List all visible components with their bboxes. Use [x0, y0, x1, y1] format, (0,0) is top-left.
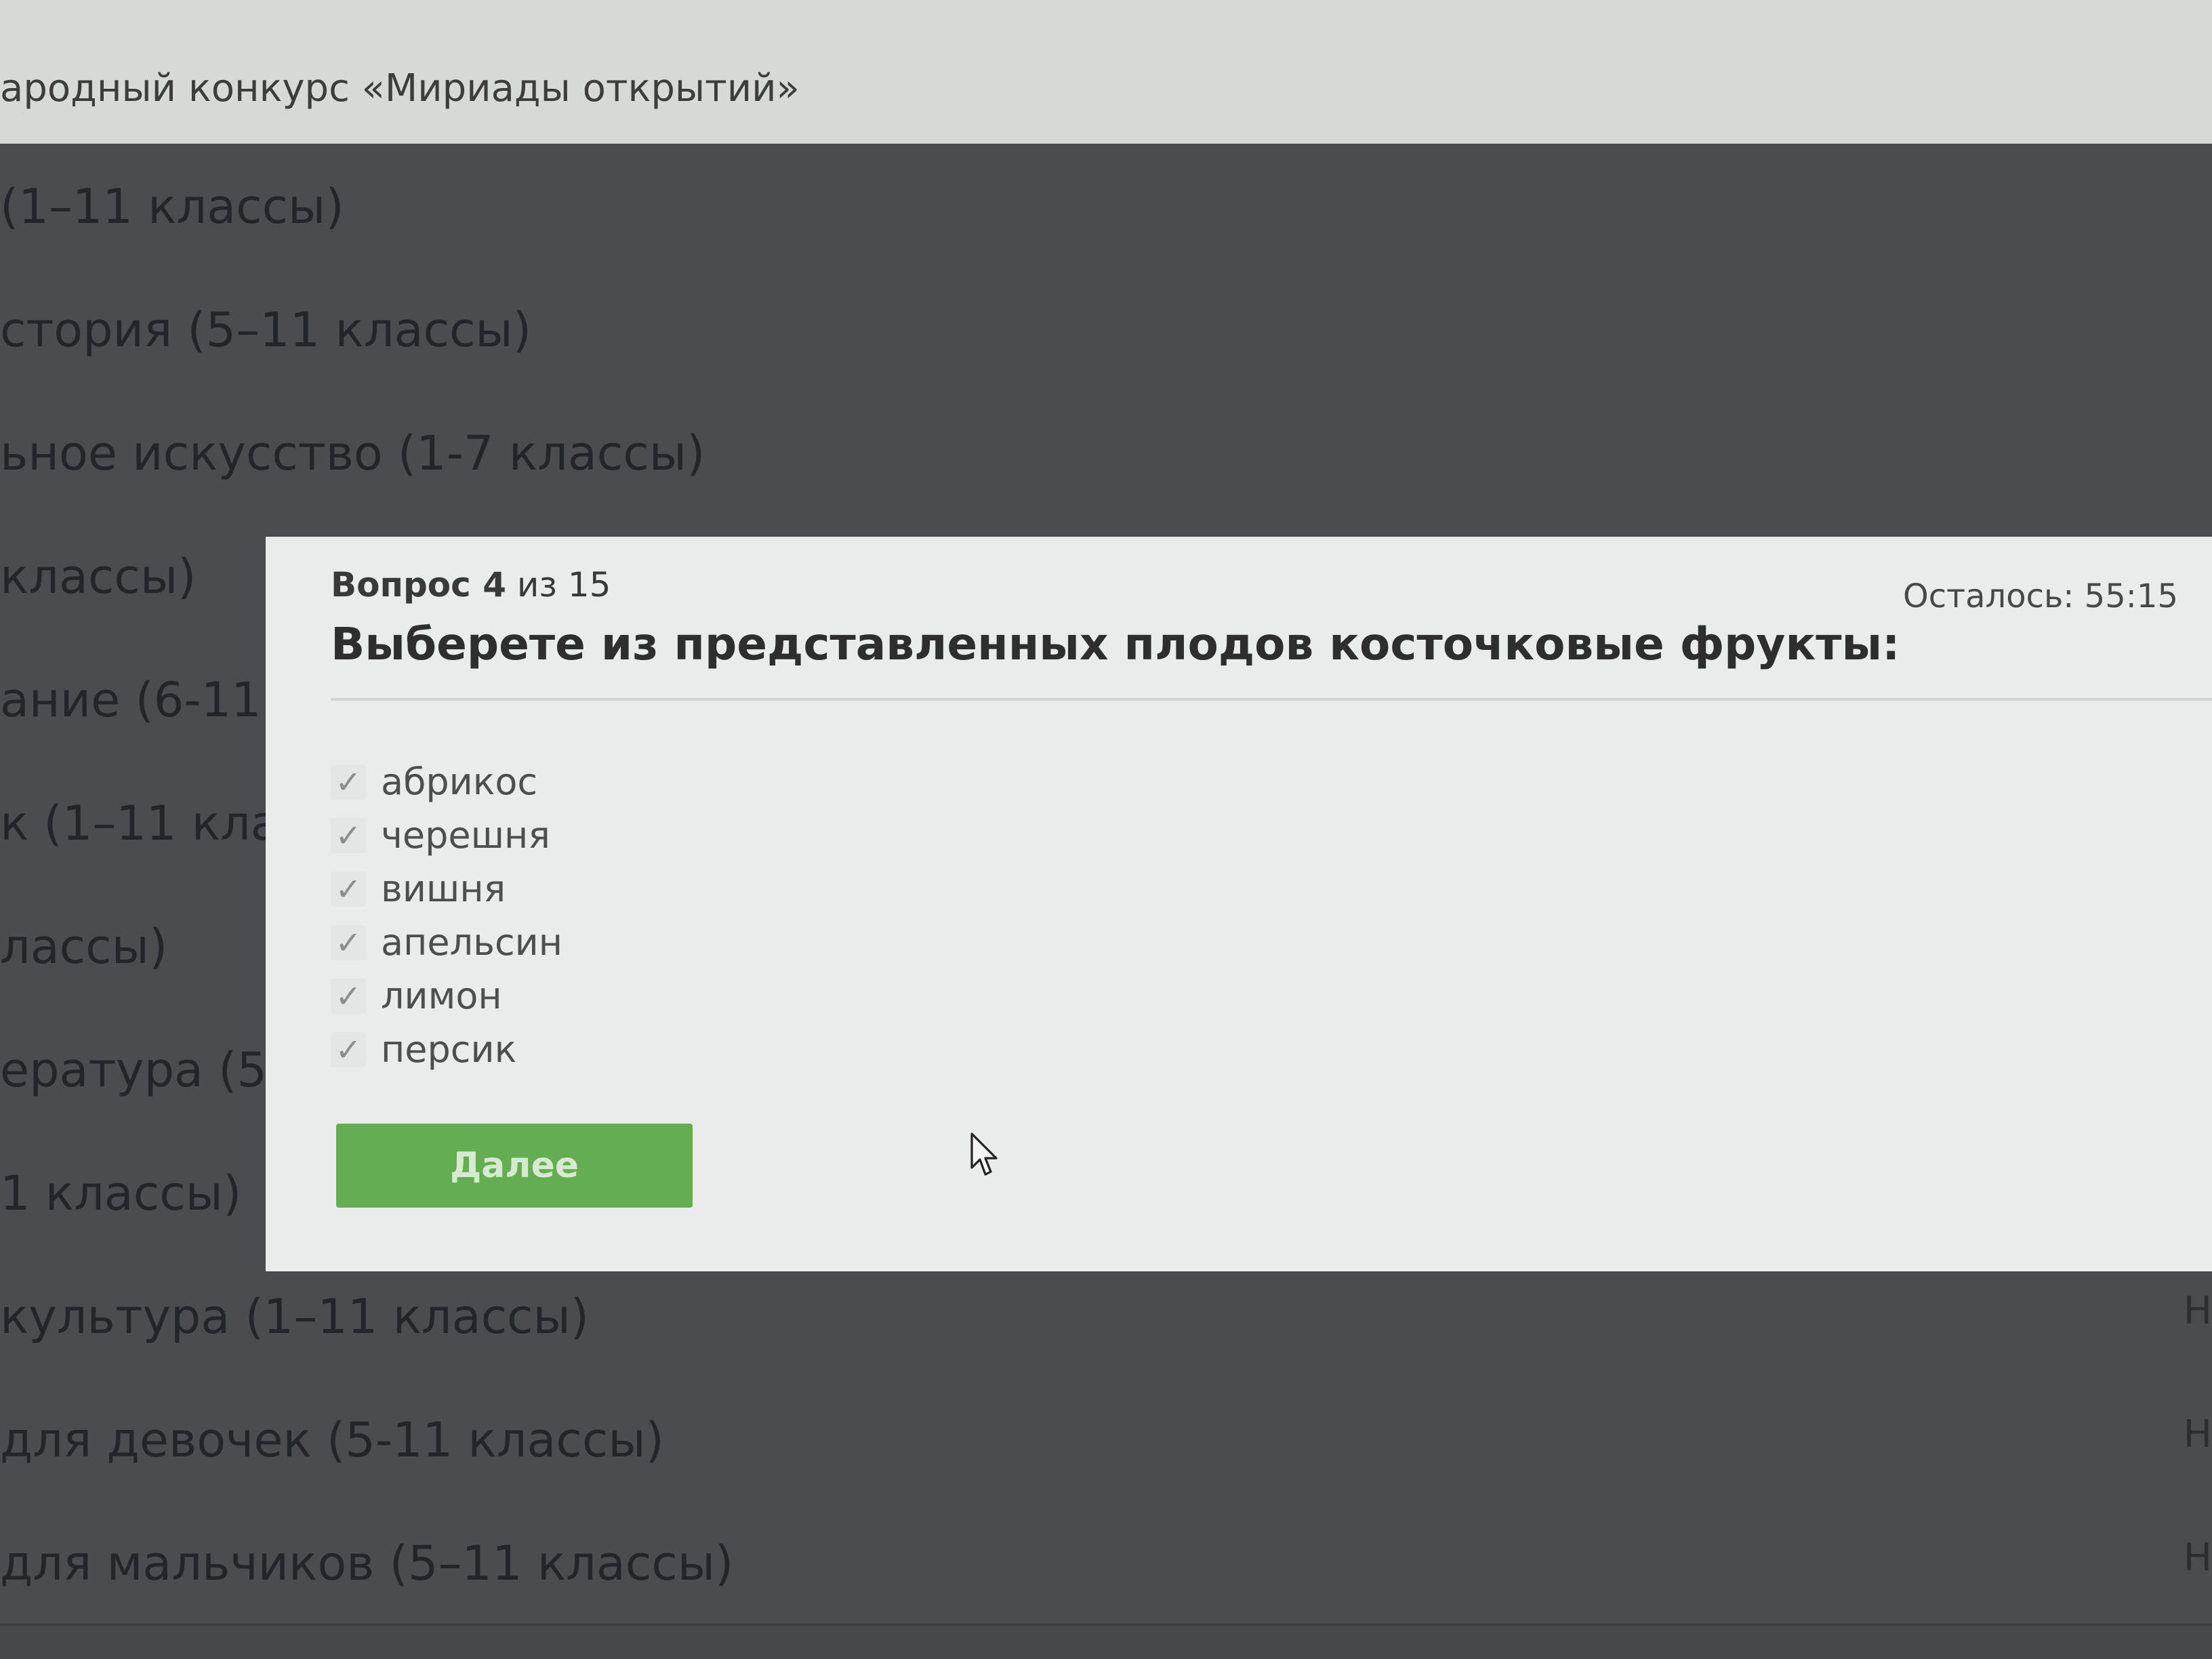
next-button[interactable]: Далее [336, 1124, 693, 1208]
checkbox-icon[interactable]: ✓ [331, 764, 366, 800]
quiz-modal: Вопрос 4 из 15 Осталось: 55:15 Выберете … [266, 537, 2212, 1271]
checkbox-icon[interactable]: ✓ [331, 924, 366, 961]
subject-row[interactable]: культура (1–11 классы) Н [0, 1254, 2212, 1379]
subject-label: (1–11 классы) [0, 179, 344, 234]
subject-mark: Н [2183, 1536, 2212, 1580]
subject-row[interactable]: для мальчиков (5–11 классы) Н [0, 1500, 2212, 1626]
subject-label: стория (5–11 классы) [0, 302, 532, 358]
timer: Осталось: 55:15 [1902, 577, 2178, 615]
option-label[interactable]: черешня [381, 814, 550, 857]
option-label[interactable]: апельсин [381, 921, 562, 964]
answer-option[interactable]: ✓ абрикос [331, 755, 562, 808]
subject-label: классы) [0, 549, 197, 605]
subject-label: 1 классы) [0, 1166, 242, 1221]
subject-label: ание (6-11 [0, 672, 262, 728]
checkbox-icon[interactable]: ✓ [331, 871, 366, 907]
answer-option[interactable]: ✓ лимон [331, 969, 562, 1023]
answer-options: ✓ абрикос ✓ черешня ✓ вишня ✓ апельсин ✓… [331, 755, 562, 1076]
subject-label: ьное искусство (1-7 классы) [0, 426, 705, 481]
subject-mark: Н [2183, 1289, 2212, 1333]
contest-title: ародный конкурс «Мириады открытий» [0, 66, 800, 110]
divider [331, 698, 2212, 701]
answer-option[interactable]: ✓ персик [331, 1023, 562, 1076]
option-label[interactable]: персик [381, 1028, 516, 1071]
subject-row[interactable]: стория (5–11 классы) [0, 267, 2212, 392]
checkbox-icon[interactable]: ✓ [331, 978, 366, 1015]
subject-label: лассы) [0, 919, 168, 975]
mouse-pointer-icon [970, 1132, 998, 1176]
subject-label: для мальчиков (5–11 классы) [0, 1536, 734, 1591]
checkbox-icon[interactable]: ✓ [331, 817, 366, 854]
question-counter: Вопрос 4 из 15 [331, 565, 611, 605]
browser-title-bar: ародный конкурс «Мириады открытий» [0, 0, 2212, 144]
question-text: Выберете из представленных плодов косточ… [331, 618, 1900, 670]
checkbox-icon[interactable]: ✓ [331, 1031, 366, 1068]
subject-label: культура (1–11 классы) [0, 1289, 590, 1345]
subject-label: для девочек (5-11 классы) [0, 1412, 664, 1468]
subject-row[interactable]: ьное искусство (1-7 классы) [0, 390, 2212, 516]
option-label[interactable]: абрикос [381, 760, 537, 803]
answer-option[interactable]: ✓ вишня [331, 862, 562, 916]
option-label[interactable]: лимон [381, 975, 502, 1017]
subject-label: к (1–11 клас [0, 796, 306, 851]
subject-mark: Н [2183, 1412, 2212, 1456]
subject-row[interactable]: (1–11 классы) [0, 144, 2212, 269]
answer-option[interactable]: ✓ апельсин [331, 916, 562, 969]
question-number: Вопрос 4 [331, 565, 506, 605]
answer-option[interactable]: ✓ черешня [331, 808, 562, 862]
subject-row[interactable]: для девочек (5-11 классы) Н [0, 1377, 2212, 1502]
option-label[interactable]: вишня [381, 867, 506, 910]
question-total: из 15 [516, 565, 611, 605]
